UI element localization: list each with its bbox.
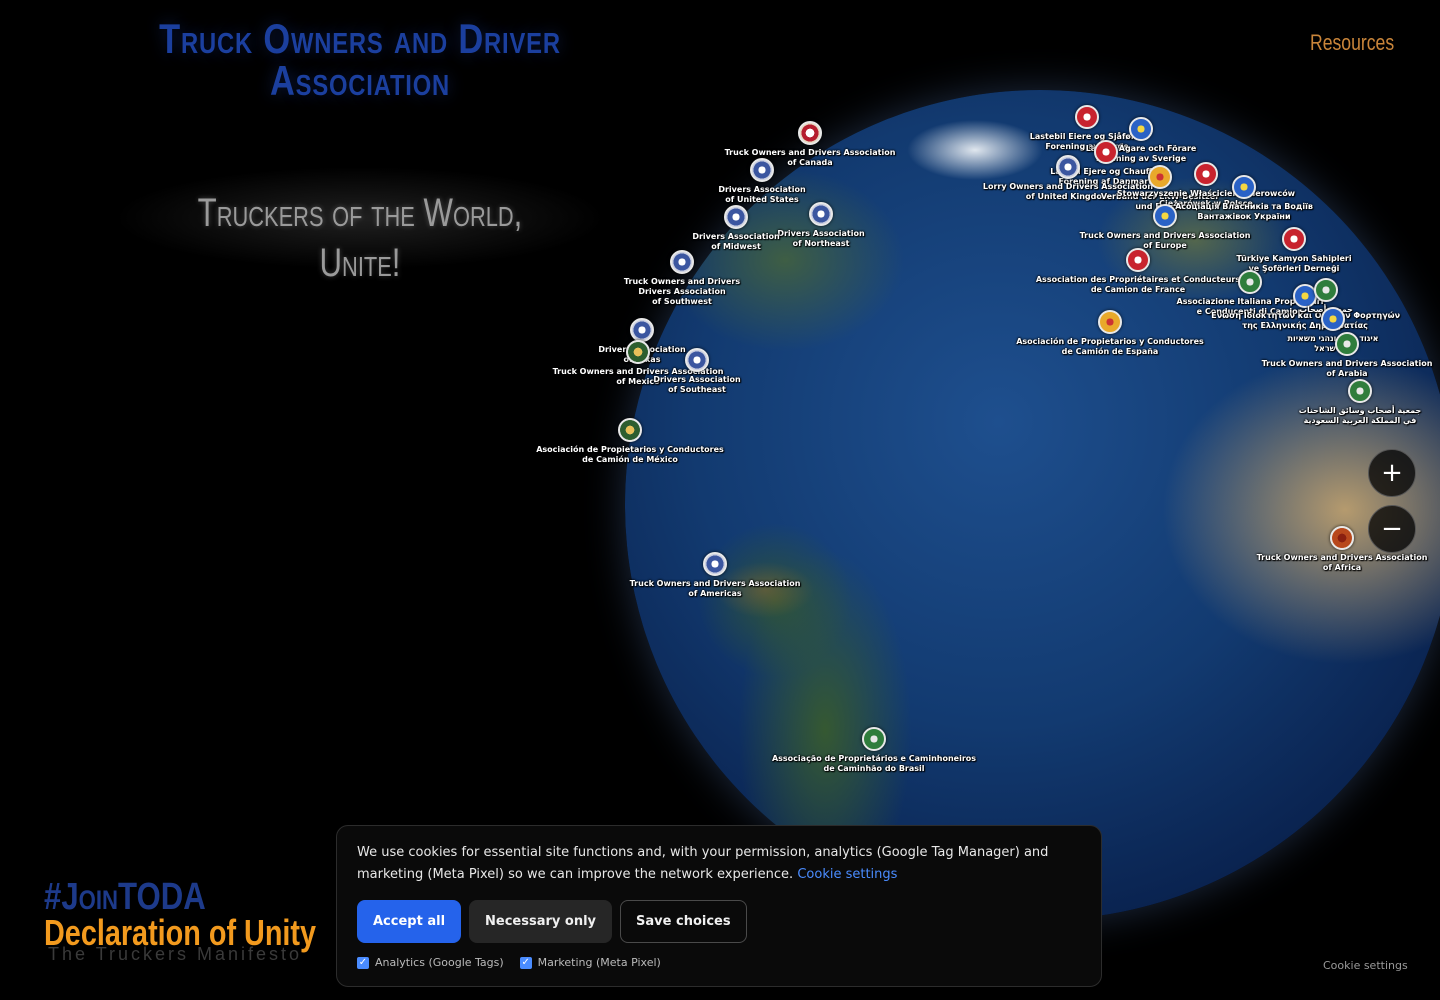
italy-emblem-icon[interactable]	[1238, 270, 1262, 294]
necessary-only-button[interactable]: Necessary only	[469, 900, 613, 943]
slogan: Truckers of the World, Unite!	[197, 191, 523, 285]
map-marker-label[interactable]: Drivers Association of Southeast	[653, 375, 740, 395]
marketing-checkbox[interactable]: ✓ Marketing (Meta Pixel)	[519, 956, 661, 969]
map-marker-label[interactable]: Associação de Proprietários e Caminhonei…	[772, 754, 976, 774]
germany-emblem-icon[interactable]	[1148, 165, 1172, 189]
checkbox-check-icon: ✓	[357, 956, 369, 969]
france-emblem-icon[interactable]	[1126, 248, 1150, 272]
map-marker-label[interactable]: איגוד בעלי ונהגי משאיות של ישראל	[1287, 334, 1378, 354]
manifesto-subtitle: The Truckers Manifesto	[48, 944, 303, 964]
turkey-emblem-icon[interactable]	[1282, 227, 1306, 251]
cookie-banner-text: We use cookies for essential site functi…	[357, 842, 1081, 886]
analytics-checkbox[interactable]: ✓ Analytics (Google Tags)	[357, 956, 504, 969]
cookie-actions: Accept all Necessary only Save choices	[357, 900, 747, 943]
map-marker-label[interactable]: Asociación de Propietarios y Conductores…	[536, 445, 724, 465]
map-marker-label[interactable]: Truck Owners and Drivers Drivers Associa…	[624, 277, 740, 307]
arab-emblem-icon[interactable]	[1314, 278, 1338, 302]
spain-emblem-icon[interactable]	[1098, 310, 1122, 334]
ukraine-emblem-icon[interactable]	[1232, 175, 1256, 199]
usa-seal-icon[interactable]	[670, 250, 694, 274]
africa-emblem-icon[interactable]	[1330, 526, 1354, 550]
map-marker-label[interactable]: Truck Owners and Drivers Association of …	[630, 579, 801, 599]
map-marker-label[interactable]: Association des Propriétaires et Conduct…	[1036, 275, 1240, 295]
usa-seal-icon[interactable]	[750, 158, 774, 182]
map-marker-label[interactable]: Drivers Association of Midwest	[692, 232, 779, 252]
map-marker-label[interactable]: جمعية أصحاب وسائق الشاحنات في المملكة ال…	[1299, 406, 1421, 426]
page-title: Truck Owners and Driver Association	[159, 15, 561, 104]
map-marker-label[interactable]: Truck Owners and Drivers Association of …	[1262, 359, 1433, 379]
sweden-emblem-icon[interactable]	[1129, 117, 1153, 141]
brazil-emblem-icon[interactable]	[862, 727, 886, 751]
accept-all-button[interactable]: Accept all	[357, 900, 462, 943]
usa-seal-icon[interactable]	[724, 205, 748, 229]
analytics-checkbox-label: Analytics (Google Tags)	[375, 956, 504, 969]
map-marker-label[interactable]: Drivers Association of Northeast	[777, 229, 864, 249]
footer-cookie-settings-link[interactable]: Cookie settings	[1323, 959, 1408, 972]
resources-link[interactable]: Resources	[1310, 30, 1394, 56]
zoom-in-button[interactable]: +	[1368, 449, 1416, 497]
uk-emblem-icon[interactable]	[1056, 155, 1080, 179]
cookie-message: We use cookies for essential site functi…	[357, 845, 1049, 882]
usa-seal-icon[interactable]	[809, 202, 833, 226]
arabia-emblem-icon[interactable]	[1335, 332, 1359, 356]
checkbox-check-icon: ✓	[519, 956, 532, 969]
europe-emblem-icon[interactable]	[1153, 204, 1177, 228]
map-marker-label[interactable]: Asociación de Propietarios y Conductores…	[1016, 337, 1204, 357]
mexico-emblem-icon[interactable]	[618, 418, 642, 442]
saudi-emblem-icon[interactable]	[1348, 379, 1372, 403]
cookie-banner: We use cookies for essential site functi…	[336, 825, 1102, 987]
zoom-out-button[interactable]: −	[1368, 505, 1416, 553]
map-marker-label[interactable]: Truck Owners and Drivers Association of …	[1080, 231, 1251, 251]
cookie-settings-link[interactable]: Cookie settings	[797, 867, 897, 882]
map-marker-label[interactable]: Drivers Association of United States	[718, 185, 805, 205]
map-marker-label[interactable]: Truck Owners and Drivers Association of …	[1257, 553, 1428, 573]
marketing-checkbox-label: Marketing (Meta Pixel)	[537, 956, 661, 969]
americas-seal-icon[interactable]	[703, 552, 727, 576]
israel-emblem-icon[interactable]	[1321, 307, 1345, 331]
poland-emblem-icon[interactable]	[1194, 162, 1218, 186]
map-marker-label[interactable]: Асоціація Власників та Водіїв Вантажівок…	[1175, 202, 1313, 222]
norway-emblem-icon[interactable]	[1075, 105, 1099, 129]
mexico-emblem-icon[interactable]	[626, 340, 650, 364]
canada-emblem-icon[interactable]	[798, 121, 822, 145]
denmark-emblem-icon[interactable]	[1094, 140, 1118, 164]
usa-seal-icon[interactable]	[685, 348, 709, 372]
save-choices-button[interactable]: Save choices	[620, 900, 747, 943]
usa-seal-icon[interactable]	[630, 318, 654, 342]
cookie-preferences: ✓ Analytics (Google Tags) ✓ Marketing (M…	[357, 956, 661, 969]
